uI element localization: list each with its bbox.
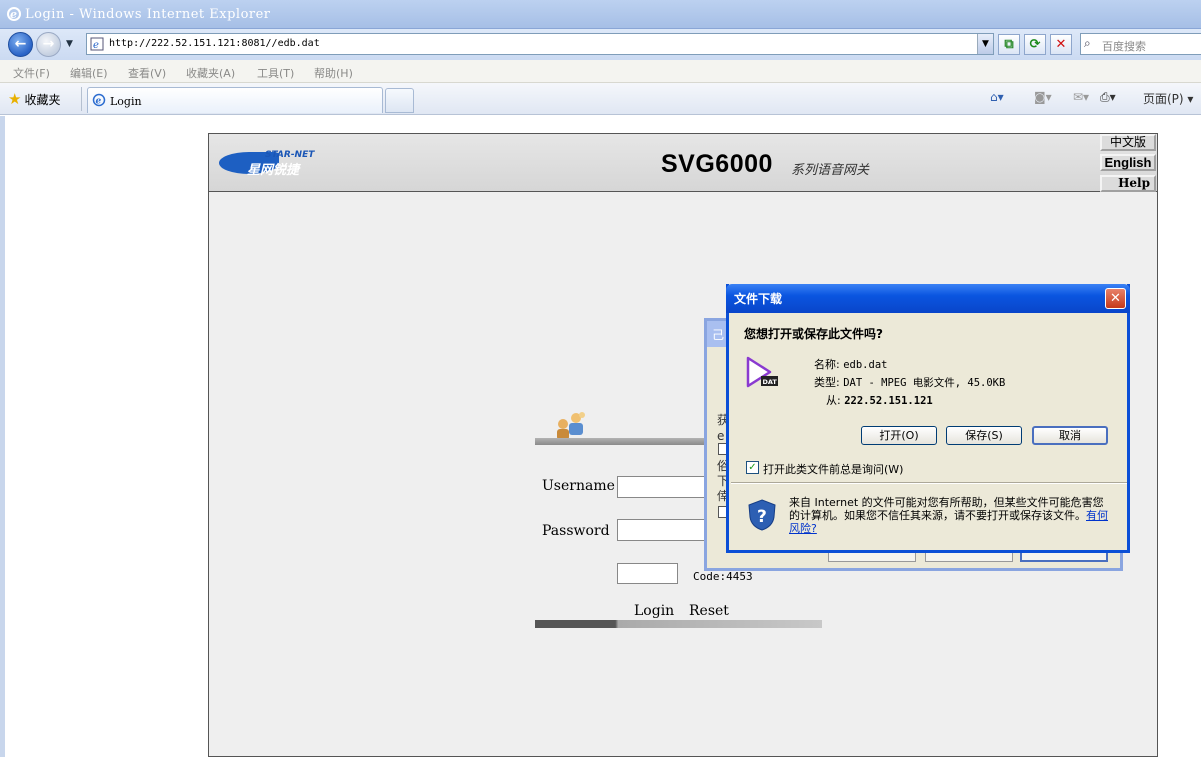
- menu-view[interactable]: 查看(V): [128, 65, 166, 81]
- media-file-icon: DAT: [746, 356, 778, 388]
- background-dialog-title: 己: [712, 328, 725, 342]
- back-button[interactable]: ←: [8, 32, 33, 57]
- page-icon: e: [90, 37, 104, 51]
- file-download-dialog: 文件下载 ✕ 您想打开或保存此文件吗? DAT 名称: edb.dat 类型: …: [726, 284, 1130, 553]
- logo-text-cn: 星网锐捷: [247, 163, 300, 178]
- file-from-value: 222.52.151.121: [844, 395, 933, 407]
- forward-button[interactable]: →: [36, 32, 61, 57]
- tab-login[interactable]: e Login: [87, 87, 383, 113]
- search-input[interactable]: ⌕ 百度搜索: [1080, 33, 1201, 55]
- print-icon[interactable]: ⎙▾: [1100, 90, 1116, 105]
- dialog-separator: [731, 482, 1127, 484]
- english-button[interactable]: English: [1100, 154, 1156, 171]
- address-url: http://222.52.151.121:8081//edb.dat: [109, 38, 320, 49]
- security-warning: 来自 Internet 的文件可能对您有所帮助，但某些文件可能危害您的计算机。如…: [789, 496, 1109, 535]
- svg-text:e: e: [96, 97, 102, 107]
- file-name-value: edb.dat: [843, 359, 888, 371]
- always-ask-label[interactable]: 打开此类文件前总是询问(W): [763, 461, 903, 477]
- address-dropdown-icon[interactable]: ▼: [977, 34, 993, 54]
- compatibility-view-icon[interactable]: ⧉: [998, 34, 1020, 55]
- svg-text:e: e: [93, 40, 99, 51]
- reset-button[interactable]: Reset: [689, 603, 729, 619]
- menu-edit[interactable]: 编辑(E): [70, 65, 108, 81]
- username-input[interactable]: [617, 476, 707, 498]
- search-icon: ⌕: [1084, 36, 1091, 50]
- file-from-row: 从: 222.52.151.121: [826, 392, 933, 408]
- divider: [81, 87, 82, 111]
- menu-help[interactable]: 帮助(H): [314, 65, 353, 81]
- search-placeholder: 百度搜索: [1102, 40, 1146, 53]
- svg-text:e: e: [10, 8, 17, 21]
- menu-file[interactable]: 文件(F): [13, 65, 50, 81]
- feeds-icon[interactable]: ◙▾: [1034, 90, 1052, 104]
- file-name-label: 名称:: [814, 358, 840, 371]
- page-menu-label: 页面(P): [1143, 92, 1184, 106]
- recent-pages-dropdown-icon[interactable]: ▼: [66, 39, 73, 49]
- mail-icon[interactable]: ✉▾: [1073, 90, 1089, 104]
- background-text-line: e: [717, 429, 725, 443]
- address-toolbar: ← → ▼ e http://222.52.151.121:8081//edb.…: [0, 29, 1201, 60]
- dialog-titlebar[interactable]: 文件下载 ✕: [726, 284, 1130, 313]
- favorites-label: 收藏夹: [24, 93, 61, 107]
- internet-explorer-icon: e: [7, 7, 21, 21]
- always-ask-checkbox[interactable]: ✓: [746, 461, 759, 474]
- window-titlebar[interactable]: e Login - Windows Internet Explorer: [0, 0, 1201, 29]
- username-label: Username: [542, 478, 615, 494]
- product-model: SVG6000: [661, 150, 773, 178]
- save-button[interactable]: 保存(S): [946, 426, 1022, 445]
- menu-favorites[interactable]: 收藏夹(A): [186, 65, 235, 81]
- chinese-version-button[interactable]: 中文版: [1100, 134, 1156, 151]
- password-input[interactable]: [617, 519, 707, 541]
- router-header: STAR-NET 星网锐捷 SVG6000 系列语音网关 中文版 English…: [209, 134, 1157, 192]
- svg-text:?: ?: [757, 507, 767, 527]
- new-tab-button[interactable]: [385, 88, 414, 113]
- verification-code: Code:4453: [693, 570, 753, 583]
- window-title: Login - Windows Internet Explorer: [25, 7, 271, 22]
- dialog-title: 文件下载: [734, 292, 783, 306]
- star-net-logo: STAR-NET 星网锐捷: [219, 146, 317, 178]
- file-from-label: 从:: [826, 394, 841, 407]
- open-button[interactable]: 打开(O): [861, 426, 937, 445]
- password-label: Password: [542, 523, 610, 539]
- security-shield-icon: ?: [748, 499, 776, 531]
- file-type-row: 类型: DAT - MPEG 电影文件, 45.0KB: [814, 374, 1005, 390]
- login-button[interactable]: Login: [634, 603, 674, 619]
- tab-label: Login: [110, 95, 142, 108]
- favorites-star-icon: ★: [8, 90, 22, 108]
- address-input[interactable]: e http://222.52.151.121:8081//edb.dat ▼: [86, 33, 994, 55]
- security-warning-text: 来自 Internet 的文件可能对您有所帮助，但某些文件可能危害您的计算机。如…: [789, 496, 1104, 522]
- ie-page-icon: e: [92, 93, 106, 107]
- cancel-button[interactable]: 取消: [1032, 426, 1108, 445]
- menu-tools[interactable]: 工具(T): [257, 65, 294, 81]
- tab-bar: ★ 收藏夹 e Login ⌂▾ ◙▾ ✉▾ ⎙▾ 页面(P) ▾: [0, 83, 1201, 115]
- stop-icon[interactable]: ✕: [1050, 34, 1072, 55]
- header-divider-bar: [535, 438, 715, 445]
- help-button[interactable]: Help: [1100, 175, 1156, 192]
- product-subtitle: 系列语音网关: [791, 163, 870, 178]
- favorites-button[interactable]: ★ 收藏夹: [8, 90, 60, 108]
- icon-badge-text: DAT: [763, 378, 778, 386]
- forward-arrow-icon: →: [42, 36, 55, 52]
- home-icon[interactable]: ⌂▾: [990, 90, 1004, 104]
- code-input[interactable]: [617, 563, 678, 584]
- footer-bar: [535, 620, 822, 628]
- close-icon[interactable]: ✕: [1105, 288, 1126, 309]
- page-menu-button[interactable]: 页面(P) ▾: [1143, 90, 1193, 107]
- refresh-icon[interactable]: ⟳: [1024, 34, 1046, 55]
- back-arrow-icon: ←: [14, 36, 27, 52]
- file-name-row: 名称: edb.dat: [814, 356, 887, 372]
- file-type-label: 类型:: [814, 376, 840, 389]
- menu-bar: 文件(F) 编辑(E) 查看(V) 收藏夹(A) 工具(T) 帮助(H): [0, 60, 1201, 83]
- dialog-question: 您想打开或保存此文件吗?: [744, 327, 883, 341]
- file-type-value: DAT - MPEG 电影文件, 45.0KB: [843, 377, 1006, 389]
